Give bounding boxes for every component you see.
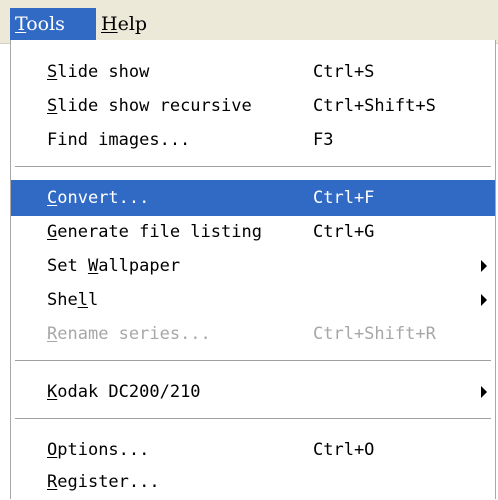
menu-item-mnemonic: R bbox=[47, 472, 58, 492]
menu-item-shortcut: Ctrl+G bbox=[313, 222, 375, 242]
menu-item-mnemonic: K bbox=[47, 382, 58, 402]
menu-bar: Tools Help bbox=[0, 0, 498, 44]
menu-item-options[interactable]: Options... Ctrl+O bbox=[11, 432, 495, 468]
menu-item-mnemonic: l bbox=[77, 290, 88, 310]
menu-tools[interactable]: Tools bbox=[10, 8, 96, 40]
menu-item-text: ename series... bbox=[57, 324, 211, 344]
menu-item-text: enerate file listing bbox=[57, 222, 262, 242]
menu-item-shell[interactable]: Shell bbox=[11, 282, 495, 318]
menu-item-shortcut: Ctrl+F bbox=[313, 188, 375, 208]
menu-item-text: She bbox=[47, 290, 78, 310]
menu-tools-mnemonic: T bbox=[15, 13, 27, 35]
menu-item-shortcut: Ctrl+Shift+R bbox=[313, 324, 436, 344]
menu-item-text: ptions... bbox=[57, 440, 150, 460]
menu-item-shortcut: F3 bbox=[313, 130, 334, 150]
menu-help-label: elp bbox=[117, 13, 148, 35]
menu-separator bbox=[15, 360, 491, 362]
menu-item-generate-file-listing[interactable]: Generate file listing Ctrl+G bbox=[11, 214, 495, 250]
submenu-arrow-icon bbox=[481, 294, 487, 306]
menu-item-kodak-dc200-210[interactable]: Kodak DC200/210 bbox=[11, 374, 495, 410]
menu-item-text: allpaper bbox=[98, 256, 181, 276]
menu-item-text: l bbox=[87, 290, 99, 310]
menu-item-mnemonic: R bbox=[47, 324, 58, 344]
submenu-arrow-icon bbox=[481, 260, 487, 272]
menu-item-find-images[interactable]: Find images... F3 bbox=[11, 122, 495, 158]
menu-item-mnemonic: W bbox=[87, 256, 99, 276]
menu-item-text: lide show recursive bbox=[57, 96, 252, 116]
submenu-arrow-icon bbox=[481, 386, 487, 398]
menu-item-shortcut: Ctrl+O bbox=[313, 440, 375, 460]
menu-item-text: egister... bbox=[57, 472, 160, 492]
menu-help-mnemonic: H bbox=[101, 13, 118, 35]
menu-item-text: Set bbox=[47, 256, 88, 276]
menu-item-convert[interactable]: Convert... Ctrl+F bbox=[11, 180, 495, 216]
tools-dropdown-menu: Slide show Ctrl+S Slide show recursive C… bbox=[10, 40, 496, 499]
menu-item-slide-show-recursive[interactable]: Slide show recursive Ctrl+Shift+S bbox=[11, 88, 495, 124]
menu-item-rename-series: Rename series... Ctrl+Shift+R bbox=[11, 316, 495, 352]
menu-item-shortcut: Ctrl+S bbox=[313, 62, 375, 82]
menu-item-mnemonic: S bbox=[47, 96, 58, 116]
menu-item-mnemonic: S bbox=[47, 62, 58, 82]
menu-separator bbox=[15, 418, 491, 420]
menu-tools-label: ools bbox=[26, 13, 65, 35]
menu-item-text: odak DC200/210 bbox=[57, 382, 201, 402]
menu-item-shortcut: Ctrl+Shift+S bbox=[313, 96, 436, 116]
menu-item-text: onvert... bbox=[57, 188, 150, 208]
menu-item-slide-show[interactable]: Slide show Ctrl+S bbox=[11, 54, 495, 90]
menu-item-mnemonic: C bbox=[47, 188, 58, 208]
menu-item-mnemonic: O bbox=[47, 440, 58, 460]
menu-item-set-wallpaper[interactable]: Set Wallpaper bbox=[11, 248, 495, 284]
menu-item-register[interactable]: Register... bbox=[11, 464, 495, 500]
menu-separator bbox=[15, 166, 491, 168]
menu-item-text: Find images... bbox=[47, 130, 191, 150]
menu-item-mnemonic: G bbox=[47, 222, 58, 242]
menu-help[interactable]: Help bbox=[96, 8, 158, 40]
menu-item-text: lide show bbox=[57, 62, 150, 82]
